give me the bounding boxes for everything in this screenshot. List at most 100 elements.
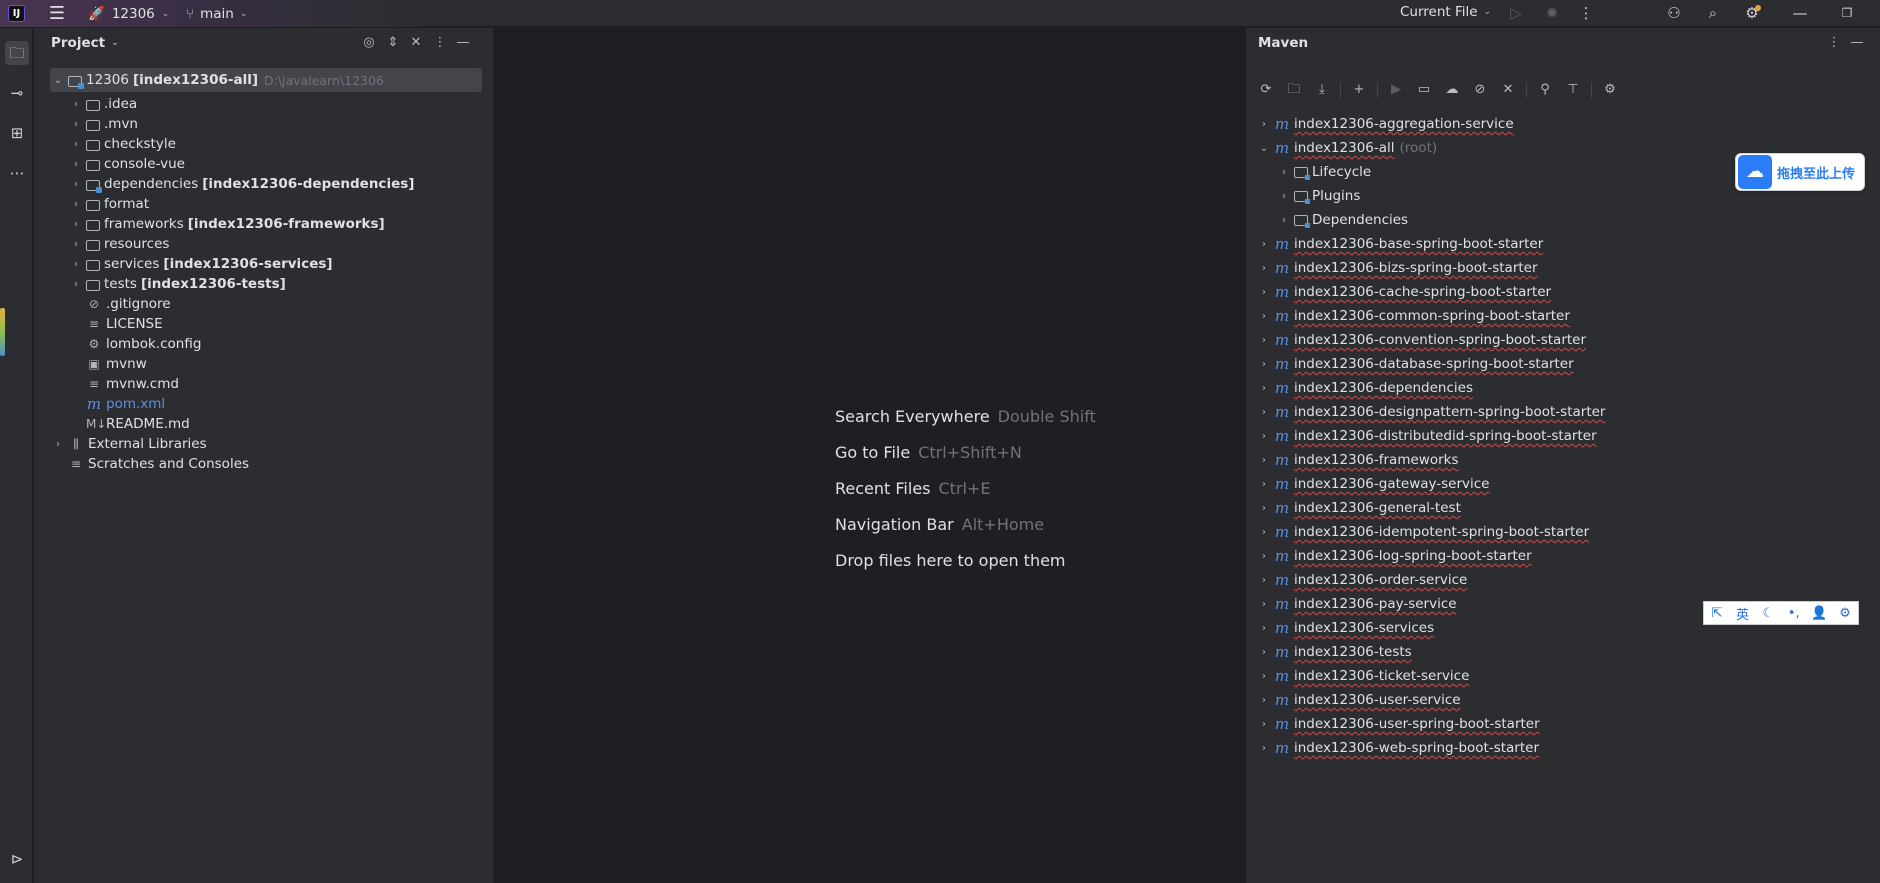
- chevron-right-icon[interactable]: ›: [1276, 167, 1292, 178]
- upload-widget[interactable]: ☁ 拖拽至此上传: [1735, 153, 1865, 191]
- chevron-right-icon[interactable]: ›: [1256, 335, 1272, 346]
- lang-icon[interactable]: 英: [1732, 604, 1752, 623]
- offline-icon[interactable]: ☁: [1442, 80, 1462, 100]
- chevron-right-icon[interactable]: ›: [68, 119, 84, 130]
- more-icon[interactable]: ⋮: [1575, 3, 1597, 24]
- chevron-down-icon[interactable]: ⌄: [1256, 143, 1272, 154]
- chevron-right-icon[interactable]: ›: [1256, 239, 1272, 250]
- maven-project-row[interactable]: › m index12306-gateway-service: [1256, 472, 1490, 496]
- maven-project-row[interactable]: › m index12306-log-spring-boot-starter: [1256, 544, 1532, 568]
- run-icon[interactable]: ▶: [1386, 80, 1406, 100]
- editor-empty-area[interactable]: Search Everywhere Double Shift Go to File C…: [495, 28, 1244, 883]
- execute-goal-icon[interactable]: ▭: [1414, 80, 1434, 100]
- chevron-right-icon[interactable]: ›: [68, 279, 84, 290]
- maven-project-row[interactable]: › m index12306-services: [1256, 616, 1434, 640]
- maven-project-row[interactable]: › m index12306-database-spring-boot-starte…: [1256, 352, 1574, 376]
- run-config-selector[interactable]: Current File ⌄: [1400, 4, 1491, 20]
- options-icon[interactable]: ⋮: [1825, 34, 1843, 52]
- search-icon[interactable]: ⌕: [1702, 3, 1724, 24]
- chevron-right-icon[interactable]: ›: [1256, 119, 1272, 130]
- maven-project-row[interactable]: › m index12306-order-service: [1256, 568, 1467, 592]
- chevron-right-icon[interactable]: ›: [1256, 383, 1272, 394]
- settings-icon[interactable]: ⚙: [1741, 3, 1763, 24]
- maven-project-row[interactable]: › m index12306-pay-service: [1256, 592, 1457, 616]
- chevron-right-icon[interactable]: ›: [1256, 455, 1272, 466]
- expand-all-icon[interactable]: ⇕: [384, 34, 402, 52]
- chevron-right-icon[interactable]: ›: [68, 139, 84, 150]
- locate-icon[interactable]: ◎: [360, 34, 378, 52]
- gear-icon[interactable]: ⚙: [1835, 606, 1855, 621]
- maven-project-row[interactable]: ⌄ m index12306-all (root): [1256, 136, 1437, 160]
- maven-project-row[interactable]: › m index12306-common-spring-boot-starter: [1256, 304, 1570, 328]
- chevron-right-icon[interactable]: ›: [1256, 695, 1272, 706]
- chevron-right-icon[interactable]: ›: [1256, 743, 1272, 754]
- show-deps-icon[interactable]: ⊤: [1563, 80, 1583, 100]
- add-folder-icon[interactable]: 🗀: [1284, 80, 1304, 100]
- chevron-down-icon[interactable]: ⌄: [50, 75, 66, 86]
- chevron-right-icon[interactable]: ›: [1256, 551, 1272, 562]
- chevron-right-icon[interactable]: ›: [1276, 215, 1292, 226]
- skip-tests-icon[interactable]: ⊘: [1470, 80, 1490, 100]
- maven-project-row[interactable]: › m index12306-designpattern-spring-boot-s…: [1256, 400, 1605, 424]
- chevron-right-icon[interactable]: ›: [1256, 647, 1272, 658]
- chevron-right-icon[interactable]: ›: [1256, 719, 1272, 730]
- chevron-right-icon[interactable]: ›: [68, 179, 84, 190]
- chevron-right-icon[interactable]: ›: [1256, 623, 1272, 634]
- app-logo[interactable]: IJ: [8, 5, 25, 22]
- project-view-selector[interactable]: Project ⌄: [51, 35, 119, 51]
- commit-icon[interactable]: ⊸: [5, 81, 29, 105]
- maven-project-row[interactable]: › m index12306-aggregation-service: [1256, 112, 1514, 136]
- chevron-right-icon[interactable]: ›: [1256, 479, 1272, 490]
- chevron-right-icon[interactable]: ›: [68, 219, 84, 230]
- project-switcher[interactable]: 🚀 12306 ⌄: [88, 4, 169, 23]
- user-icon[interactable]: 👤: [1809, 606, 1829, 621]
- services-icon[interactable]: ⊳: [5, 847, 29, 871]
- chevron-right-icon[interactable]: ›: [68, 239, 84, 250]
- chevron-right-icon[interactable]: ›: [68, 159, 84, 170]
- maven-project-row[interactable]: › m index12306-distributedid-spring-boot-s…: [1256, 424, 1597, 448]
- maven-project-row[interactable]: › m index12306-idempotent-spring-boot-star…: [1256, 520, 1589, 544]
- expand-icon[interactable]: ⇱: [1707, 606, 1727, 621]
- settings-icon[interactable]: ⚙: [1600, 80, 1620, 100]
- menu-icon[interactable]: ☰: [47, 4, 67, 23]
- restore-icon[interactable]: ❐: [1836, 3, 1858, 24]
- structure-icon[interactable]: ⊞: [5, 121, 29, 145]
- debug-icon[interactable]: ✹: [1541, 3, 1563, 24]
- maven-node-dependencies[interactable]: › Dependencies: [1276, 208, 1408, 232]
- maven-project-row[interactable]: › m index12306-ticket-service: [1256, 664, 1469, 688]
- hide-panel-icon[interactable]: —: [1848, 34, 1866, 52]
- chevron-right-icon[interactable]: ›: [1256, 263, 1272, 274]
- chevron-right-icon[interactable]: ›: [68, 199, 84, 210]
- chevron-right-icon[interactable]: ›: [1256, 407, 1272, 418]
- folder-icon[interactable]: 🗀: [5, 41, 29, 65]
- chevron-right-icon[interactable]: ›: [1256, 359, 1272, 370]
- chevron-right-icon[interactable]: ›: [50, 439, 66, 450]
- chevron-right-icon[interactable]: ›: [1256, 287, 1272, 298]
- add-user-icon[interactable]: ⚇: [1663, 3, 1685, 24]
- maven-project-row[interactable]: › m index12306-user-service: [1256, 688, 1461, 712]
- maven-project-row[interactable]: › m index12306-frameworks: [1256, 448, 1459, 472]
- maven-project-row[interactable]: › m index12306-bizs-spring-boot-starter: [1256, 256, 1538, 280]
- maven-project-row[interactable]: › m index12306-cache-spring-boot-starter: [1256, 280, 1551, 304]
- minimize-icon[interactable]: —: [1789, 3, 1811, 24]
- maven-project-row[interactable]: › m index12306-base-spring-boot-starter: [1256, 232, 1543, 256]
- more-icon[interactable]: ⋯: [5, 161, 29, 185]
- tree-item-scratches[interactable]: ≡ Scratches and Consoles: [34, 452, 493, 476]
- chevron-right-icon[interactable]: ›: [1276, 191, 1292, 202]
- collapse-all-icon[interactable]: ✕: [407, 34, 425, 52]
- maven-project-row[interactable]: › m index12306-user-spring-boot-starter: [1256, 712, 1540, 736]
- chevron-right-icon[interactable]: ›: [1256, 431, 1272, 442]
- maven-project-row[interactable]: › m index12306-general-test: [1256, 496, 1461, 520]
- download-icon[interactable]: ⤓: [1312, 80, 1332, 100]
- maven-node-lifecycle[interactable]: › Lifecycle: [1276, 160, 1371, 184]
- chevron-right-icon[interactable]: ›: [1256, 527, 1272, 538]
- chevron-right-icon[interactable]: ›: [1256, 575, 1272, 586]
- moon-icon[interactable]: ☾: [1758, 606, 1778, 621]
- chevron-right-icon[interactable]: ›: [68, 259, 84, 270]
- maven-project-row[interactable]: › m index12306-web-spring-boot-starter: [1256, 736, 1539, 760]
- run-icon[interactable]: ▷: [1505, 3, 1527, 24]
- hide-panel-icon[interactable]: —: [454, 34, 472, 52]
- chevron-right-icon[interactable]: ›: [1256, 599, 1272, 610]
- options-icon[interactable]: ⋮: [431, 34, 449, 52]
- plus-icon[interactable]: +: [1349, 80, 1369, 100]
